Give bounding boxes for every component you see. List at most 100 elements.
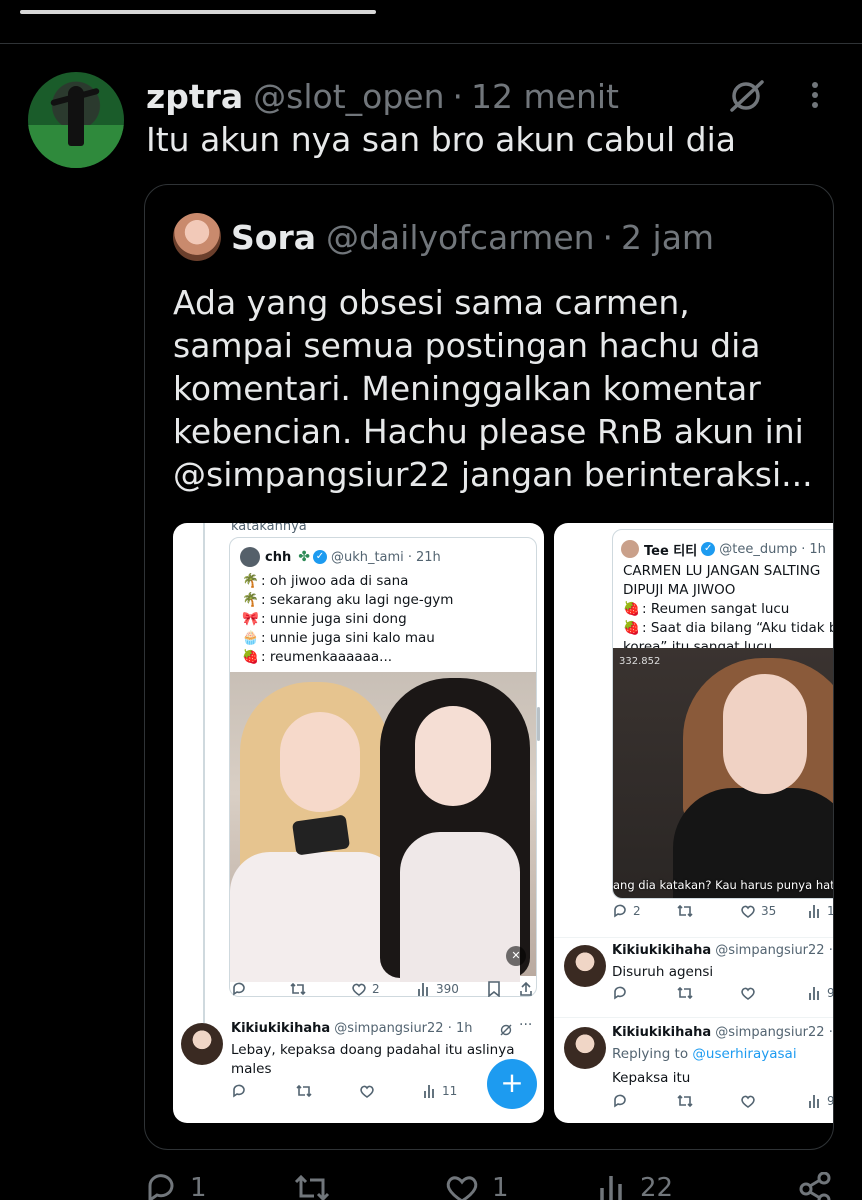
reply-author-name: Kikiukikihaha: [612, 943, 712, 958]
reply-action-bar: 9: [612, 1093, 834, 1115]
embed-header: Tee 티티 ✓ @tee_dump · 1h: [621, 538, 826, 560]
like-stat: 35: [740, 903, 776, 919]
compose-fab-button: +: [487, 1059, 537, 1109]
embed-avatar: [240, 547, 260, 567]
view-count-badge: 332.852: [619, 656, 661, 667]
palm-tree-icon: 🌴: [242, 592, 259, 608]
reply-header: Kikiukikihaha @simpangsiur22 · 1h: [231, 1021, 473, 1036]
separator: ·: [602, 217, 614, 257]
tweet-header: zptra @slot_open · 12 menit: [146, 74, 619, 118]
embed-line-text: : sekarang aku lagi nge-gym: [261, 592, 454, 608]
divider: [554, 937, 833, 938]
photo: ✕: [230, 672, 536, 982]
reply-stat: 2: [612, 903, 641, 919]
media-image-left[interactable]: katakannya chh ✤ ✓ @ukh_tami · 21h 🌴: oh…: [173, 523, 544, 1123]
like-count: 2: [372, 982, 380, 996]
embed-text: CARMEN LU JANGAN SALTING DIPUJI MA JIWOO…: [623, 562, 834, 657]
retweet-button[interactable]: [292, 1172, 344, 1200]
reply-button[interactable]: 1: [144, 1172, 207, 1200]
retweet-stat: [676, 985, 699, 1001]
divider: [554, 1017, 833, 1018]
reply-text-line: Lebay, kepaksa doang padahal itu aslinya: [231, 1042, 515, 1058]
mute-icon: ✕: [506, 946, 526, 966]
quote-author-name: Sora: [231, 217, 316, 257]
avatar[interactable]: [28, 72, 124, 168]
more-icon[interactable]: [808, 80, 822, 110]
reply-avatar: [564, 1027, 606, 1069]
view-count: 390: [436, 982, 459, 996]
view-count: 9: [827, 1094, 834, 1108]
more-icon: ···: [519, 1017, 533, 1033]
share-button[interactable]: [798, 1172, 844, 1200]
palm-tree-icon: 🌴: [242, 573, 259, 589]
quote-text-line: Ada yang obsesi sama carmen,: [173, 283, 690, 322]
views-stat: 390: [417, 981, 459, 997]
cupcake-icon: 🧁: [242, 630, 259, 646]
reply-author-name: Kikiukikihaha: [231, 1021, 331, 1036]
reply-header: Kikiukikihaha @simpangsiur22 · 2: [612, 943, 833, 958]
strawberry-icon: 🍓: [242, 649, 259, 665]
separator: ·: [447, 1021, 452, 1036]
quote-text-line: komentari. Meninggalkan komentar: [173, 369, 761, 408]
view-count: 1: [827, 904, 834, 918]
embed-timestamp: 1h: [809, 541, 826, 557]
reply-action-bar: 11: [231, 1083, 471, 1105]
heart-icon: [352, 983, 366, 996]
reply-author-handle: @simpangsiur22: [334, 1021, 444, 1036]
like-button[interactable]: 1: [444, 1172, 509, 1200]
video-subtitle: ang dia katakan? Kau harus punya hati nu…: [613, 878, 833, 892]
embed-line-text: DIPUJI MA JIWOO: [623, 582, 736, 598]
share-icon: [799, 1172, 831, 1200]
retweet-icon: [677, 986, 693, 1000]
like-stat: [359, 1083, 380, 1099]
grok-icon[interactable]: [726, 78, 766, 114]
embed-line-text: : unnie juga sini dong: [261, 611, 407, 627]
views-icon: [418, 983, 428, 996]
tweet-action-bar: 1 1 22: [0, 1172, 862, 1200]
verified-icon: ✓: [701, 542, 716, 556]
status-indicator: [20, 10, 376, 14]
embed-author-name: chh: [265, 549, 292, 565]
views-stat: 1: [808, 903, 834, 919]
reply-avatar: [564, 945, 606, 987]
quote-text: Ada yang obsesi sama carmen, sampai semu…: [173, 281, 813, 496]
quote-tweet[interactable]: Sora @dailyofcarmen · 2 jam Ada yang obs…: [144, 184, 834, 1150]
retweet-stat: [295, 1083, 318, 1099]
photo-face: [280, 712, 360, 812]
reply-icon: [148, 1174, 174, 1200]
retweet-stat: [289, 981, 312, 997]
like-count: 1: [492, 1173, 509, 1200]
reply-author-handle: @simpangsiur22: [715, 943, 825, 958]
like-count: 35: [761, 904, 777, 918]
reply-action-bar: 9: [612, 985, 834, 1007]
embed-line: 🧁: unnie juga sini kalo mau: [242, 629, 453, 648]
separator: ·: [828, 1025, 833, 1040]
quote-avatar[interactable]: [173, 213, 221, 261]
heart-icon: [360, 1085, 374, 1098]
view-count: 22: [640, 1173, 674, 1200]
embed-line: 🍓: reumenkaaaaaa...: [242, 648, 453, 667]
embed-line-text: : Saat dia bilang “Aku tidak b: [642, 620, 834, 636]
view-count: 9: [827, 986, 834, 1000]
photo-face: [415, 706, 491, 806]
photo-body: [230, 852, 400, 982]
reply-stat: [612, 1093, 633, 1109]
strawberry-icon: 🍓: [623, 601, 640, 617]
reply-text: Kepaksa itu: [612, 1070, 691, 1086]
retweet-icon: [677, 904, 693, 918]
bookmark-icon: [488, 981, 500, 997]
embed-author-handle: @tee_dump: [719, 541, 798, 557]
reply-author-name: Kikiukikihaha: [612, 1025, 712, 1040]
views-button[interactable]: 22: [598, 1172, 673, 1200]
retweet-stat: [676, 903, 699, 919]
reply-text-line: males: [231, 1061, 272, 1077]
views-icon: [809, 1095, 819, 1108]
timestamp[interactable]: 12 menit: [471, 77, 619, 116]
author-handle[interactable]: @slot_open: [253, 77, 444, 116]
author-name[interactable]: zptra: [146, 77, 243, 116]
quote-timestamp: 2 jam: [621, 217, 715, 257]
reply-count: 2: [633, 904, 641, 918]
strawberry-icon: 🍓: [623, 620, 640, 636]
media-image-right[interactable]: Tee 티티 ✓ @tee_dump · 1h CARMEN LU JANGAN…: [554, 523, 834, 1123]
quote-text-line: kebencian. Hachu please RnB akun ini: [173, 412, 804, 451]
